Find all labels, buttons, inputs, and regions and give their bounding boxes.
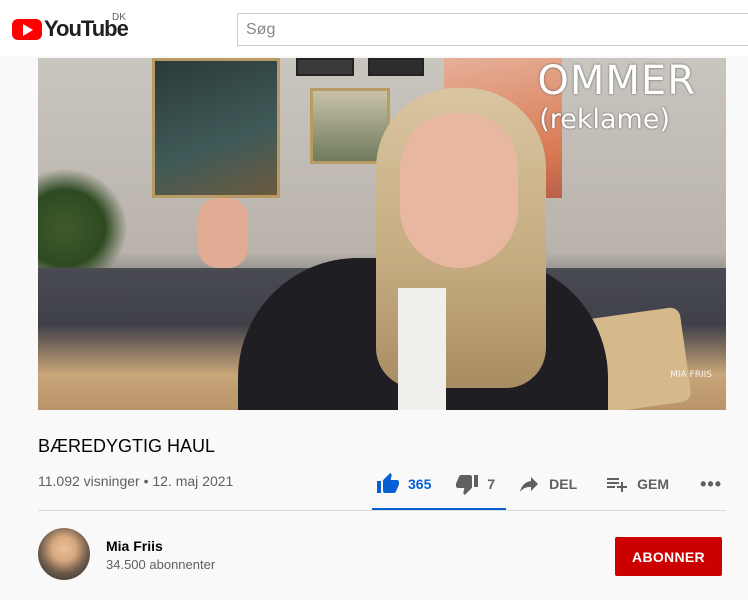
share-label: DEL <box>549 476 578 492</box>
video-watermark: MIA FRIIS <box>670 370 712 380</box>
channel-avatar[interactable] <box>38 528 90 580</box>
save-button[interactable]: GEM <box>605 472 669 496</box>
more-icon: ••• <box>700 473 722 494</box>
masthead: YouTube DK <box>0 0 748 56</box>
share-icon <box>517 472 541 496</box>
youtube-logo-icon <box>12 18 42 40</box>
subscriber-count: 34.500 abonnenter <box>106 557 216 572</box>
wall-painting <box>368 58 424 76</box>
country-code: DK <box>112 12 126 23</box>
video-meta: 11.092 visninger • 12. maj 2021 <box>38 473 234 489</box>
save-label: GEM <box>637 476 670 492</box>
subscribe-button[interactable]: ABONNER <box>615 537 722 576</box>
dislike-button[interactable]: 7 <box>455 472 495 496</box>
playlist-add-icon <box>605 472 629 496</box>
thumbs-up-icon <box>376 472 400 496</box>
video-title: BÆREDYGTIG HAUL <box>38 436 216 456</box>
dislike-count: 7 <box>487 476 496 492</box>
video-actions: 365 7 DEL GEM ••• <box>376 466 723 502</box>
share-button[interactable]: DEL <box>517 472 577 496</box>
channel-name[interactable]: Mia Friis <box>106 538 163 554</box>
video-overlay-subtitle: (reklame) <box>539 104 670 135</box>
like-count: 365 <box>408 476 432 492</box>
video-player[interactable]: OMMER (reklame) MIA FRIIS <box>38 58 726 410</box>
person-face <box>400 113 518 268</box>
person-shirt <box>398 288 446 410</box>
youtube-logo[interactable]: YouTube <box>12 16 129 42</box>
video-overlay-title: OMMER <box>537 58 696 104</box>
thumbs-down-icon <box>455 472 479 496</box>
search-input[interactable] <box>238 14 748 45</box>
wall-painting <box>152 58 280 198</box>
search-box[interactable] <box>237 13 748 46</box>
like-button[interactable]: 365 <box>376 472 431 496</box>
divider <box>38 510 726 511</box>
person-hand <box>198 198 248 268</box>
more-actions-button[interactable]: ••• <box>699 474 723 495</box>
wall-painting <box>296 58 354 76</box>
